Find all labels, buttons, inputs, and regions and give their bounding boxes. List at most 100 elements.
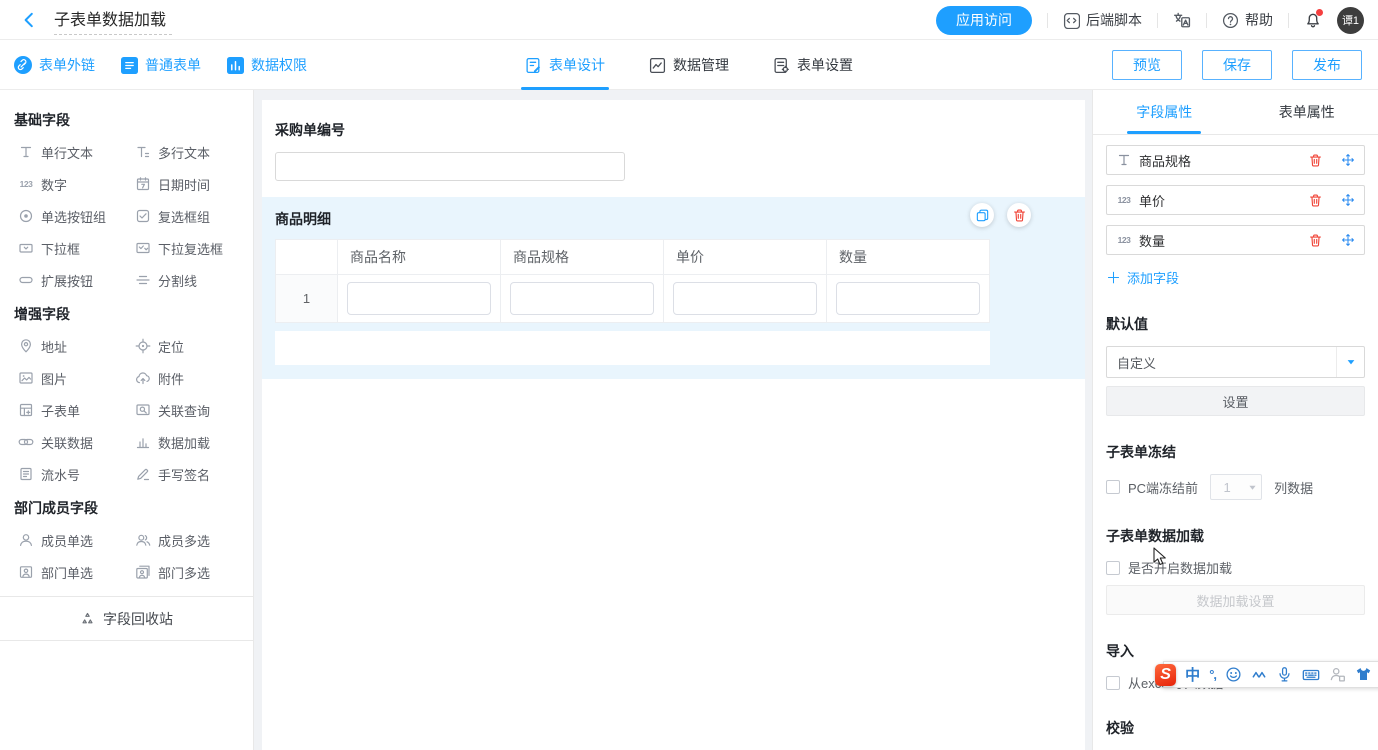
- normal-form-button[interactable]: 普通表单: [121, 55, 201, 75]
- microphone-icon[interactable]: [1276, 666, 1293, 683]
- field-type-item[interactable]: 图片: [18, 362, 135, 394]
- default-value-settings-button[interactable]: 设置: [1106, 386, 1365, 416]
- field-type-item[interactable]: 部门多选: [135, 556, 253, 588]
- section-title-basic: 基础字段: [0, 110, 253, 130]
- subform-header-row: 商品名称 商品规格 单价 数量: [276, 240, 990, 275]
- form-external-link-button[interactable]: 表单外链: [14, 55, 95, 75]
- publish-button[interactable]: 发布: [1292, 50, 1362, 80]
- subfield-card[interactable]: 123 数量: [1106, 225, 1365, 255]
- carets-icon[interactable]: [1251, 667, 1267, 683]
- text-field-icon: [1116, 152, 1132, 168]
- field-type-item[interactable]: 部门单选: [18, 556, 135, 588]
- field-type-item[interactable]: 附件: [135, 362, 253, 394]
- delete-widget-button[interactable]: [1007, 203, 1031, 227]
- notification-dot: [1316, 9, 1323, 16]
- field-type-item[interactable]: 扩展按钮: [18, 264, 135, 296]
- add-field-button[interactable]: ＋ 添加字段: [1106, 267, 1365, 288]
- ime-logo[interactable]: S: [1155, 664, 1176, 686]
- form-design-canvas: 采购单编号 商品明细 商品名称 商品规格 单价 数量: [254, 90, 1092, 750]
- subform-column-header[interactable]: 数量: [827, 240, 990, 275]
- delete-field-icon[interactable]: [1308, 193, 1323, 208]
- field-type-item[interactable]: 单选按钮组: [18, 200, 135, 232]
- subform-cell-input[interactable]: [673, 282, 817, 315]
- help-icon: [1222, 12, 1239, 29]
- linked-query-icon: [135, 402, 151, 418]
- subform-column-header[interactable]: 商品名称: [338, 240, 501, 275]
- field-type-item[interactable]: 下拉框: [18, 232, 135, 264]
- tab-data-manage[interactable]: 数据管理: [649, 40, 729, 90]
- skin-shirt-icon[interactable]: [1355, 666, 1372, 683]
- subform-column-header[interactable]: 商品规格: [501, 240, 664, 275]
- save-button[interactable]: 保存: [1202, 50, 1272, 80]
- field-type-item[interactable]: 关联查询: [135, 394, 253, 426]
- field-type-item[interactable]: 定位: [135, 330, 253, 362]
- field-type-item[interactable]: 成员单选: [18, 524, 135, 556]
- field-type-item[interactable]: 手写签名: [135, 458, 253, 490]
- field-type-item[interactable]: 多行文本: [135, 136, 253, 168]
- copy-widget-button[interactable]: [970, 203, 994, 227]
- field-type-item[interactable]: 地址: [18, 330, 135, 362]
- data-manage-icon: [649, 57, 666, 74]
- ime-punctuation-toggle[interactable]: °,: [1209, 667, 1216, 682]
- page-title[interactable]: 子表单数据加载: [54, 4, 172, 35]
- field-type-item[interactable]: 123数字: [18, 168, 135, 200]
- move-field-icon[interactable]: [1341, 153, 1355, 167]
- subform-column-header[interactable]: 单价: [664, 240, 827, 275]
- field-type-item[interactable]: 复选框组: [135, 200, 253, 232]
- person-device-icon[interactable]: [1329, 666, 1346, 683]
- subform-title: 商品明细: [275, 209, 1072, 229]
- avatar[interactable]: 谭1: [1337, 7, 1364, 34]
- import-excel-checkbox[interactable]: [1106, 676, 1120, 690]
- app-access-button[interactable]: 应用访问: [936, 6, 1032, 35]
- subform-cell-input[interactable]: [510, 282, 654, 315]
- backend-script-button[interactable]: 后端脚本: [1063, 10, 1142, 30]
- subform-data-row: 1: [276, 275, 990, 323]
- freeze-count-select[interactable]: 1: [1210, 474, 1262, 500]
- linked-data-icon: [18, 434, 34, 450]
- back-icon[interactable]: [20, 11, 38, 29]
- preview-button[interactable]: 预览: [1112, 50, 1182, 80]
- field-type-item[interactable]: 成员多选: [135, 524, 253, 556]
- notification-bell-icon[interactable]: [1304, 11, 1322, 29]
- default-value-title: 默认值: [1106, 314, 1365, 334]
- default-value-select[interactable]: 自定义: [1106, 346, 1365, 378]
- help-button[interactable]: 帮助: [1222, 10, 1273, 30]
- field-type-item[interactable]: 关联数据: [18, 426, 135, 458]
- emoji-icon[interactable]: [1225, 666, 1242, 683]
- copy-icon: [975, 208, 990, 223]
- single-text-icon: [18, 144, 34, 160]
- translate-button[interactable]: [1173, 11, 1191, 29]
- subfield-card[interactable]: 商品规格: [1106, 145, 1365, 175]
- field-recycle-bin[interactable]: 字段回收站: [0, 596, 253, 641]
- purchase-no-input[interactable]: [275, 152, 625, 181]
- field-type-item[interactable]: 子表单: [18, 394, 135, 426]
- ime-language-toggle[interactable]: 中: [1185, 664, 1200, 685]
- delete-field-icon[interactable]: [1308, 233, 1323, 248]
- move-field-icon[interactable]: [1341, 193, 1355, 207]
- field-type-item[interactable]: 单行文本: [18, 136, 135, 168]
- subform-cell-input[interactable]: [836, 282, 980, 315]
- tab-field-properties[interactable]: 字段属性: [1093, 90, 1236, 134]
- dataload-checkbox[interactable]: [1106, 561, 1120, 575]
- field-type-item[interactable]: 分割线: [135, 264, 253, 296]
- address-icon: [18, 338, 34, 354]
- freeze-checkbox[interactable]: [1106, 480, 1120, 494]
- enhanced-fields-grid: 地址 定位 图片 附件 子表单 关联查询 关联数据 数据加载 流水号 手写签名: [0, 330, 253, 490]
- keyboard-icon[interactable]: [1302, 666, 1320, 684]
- field-type-item[interactable]: 日期时间: [135, 168, 253, 200]
- title-bar: 子表单数据加载 应用访问 后端脚本 帮助 谭1: [0, 0, 1378, 40]
- field-type-item[interactable]: 下拉复选框: [135, 232, 253, 264]
- delete-field-icon[interactable]: [1308, 153, 1323, 168]
- subform-cell-input[interactable]: [347, 282, 491, 315]
- tab-form-properties[interactable]: 表单属性: [1236, 90, 1378, 134]
- location-icon: [135, 338, 151, 354]
- text-field-widget[interactable]: 采购单编号: [262, 100, 1085, 181]
- tab-form-design[interactable]: 表单设计: [525, 40, 605, 90]
- field-type-item[interactable]: 流水号: [18, 458, 135, 490]
- field-type-item[interactable]: 数据加载: [135, 426, 253, 458]
- subfield-card[interactable]: 123 单价: [1106, 185, 1365, 215]
- subform-widget-selected[interactable]: 商品明细 商品名称 商品规格 单价 数量 1: [262, 197, 1085, 379]
- data-permission-button[interactable]: 数据权限: [227, 55, 307, 75]
- move-field-icon[interactable]: [1341, 233, 1355, 247]
- tab-form-settings[interactable]: 表单设置: [773, 40, 853, 90]
